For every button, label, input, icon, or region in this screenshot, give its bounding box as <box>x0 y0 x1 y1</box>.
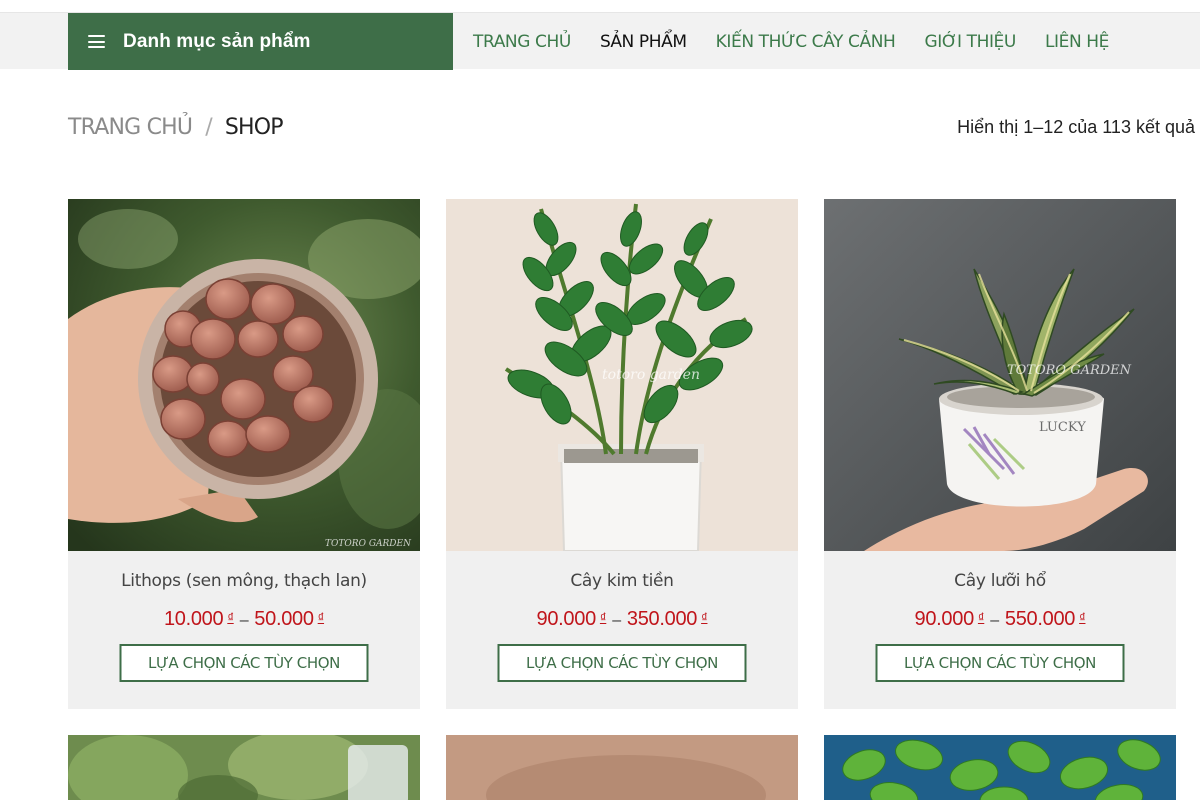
nav-item-plant-knowledge[interactable]: KIẾN THỨC CÂY CẢNH <box>716 32 896 52</box>
breadcrumb-home-link[interactable]: TRANG CHỦ <box>68 115 193 140</box>
plant-photo-icon <box>824 735 1176 800</box>
pot-label: LUCKY <box>1039 420 1086 435</box>
select-options-button[interactable]: LỰA CHỌN CÁC TÙY CHỌN <box>119 644 369 682</box>
price-max: 50.000 <box>254 608 314 630</box>
snake-plant-photo-icon: LUCKY TOTORO GARDEN <box>824 199 1176 551</box>
nav-item-about[interactable]: GIỚI THIỆU <box>924 32 1016 52</box>
plant-photo-icon <box>446 735 798 800</box>
product-card: totoro garden Cây kim tiền 90.000 ₫ –350.0… <box>446 199 798 709</box>
product-watermark: TOTORO GARDEN <box>1007 363 1132 378</box>
price-min: 10.000 <box>163 608 224 630</box>
hamburger-icon <box>88 35 105 48</box>
currency-symbol: ₫ <box>317 610 325 625</box>
lithops-photo-icon: TOTORO GARDEN <box>68 199 420 551</box>
product-image-partial[interactable] <box>446 735 798 800</box>
product-image-snake-plant[interactable]: LUCKY TOTORO GARDEN <box>824 199 1176 551</box>
price-min: 90.000 <box>536 608 597 630</box>
product-info: Cây kim tiền 90.000 ₫ –350.000 ₫ LỰA CHỌN C… <box>446 551 798 709</box>
product-image-partial[interactable] <box>824 735 1176 800</box>
price-separator: – <box>239 612 249 629</box>
currency-symbol: ₫ <box>599 610 607 625</box>
product-info: Lithops (sen mông, thạch lan) 10.000 ₫ –50… <box>68 551 420 709</box>
currency-symbol: ₫ <box>701 610 708 625</box>
product-image-zz-plant[interactable]: totoro garden <box>446 199 798 551</box>
plant-photo-icon <box>68 735 420 800</box>
product-info: Cây lưỡi hổ 90.000 ₫ –550.000 ₫ LỰA CHỌN CÁ… <box>824 551 1176 709</box>
currency-symbol: ₫ <box>227 610 234 625</box>
nav-item-products[interactable]: SẢN PHẨM <box>600 32 687 52</box>
result-count: Hiển thị 1–12 của 113 kết quả <box>957 117 1195 137</box>
nav-item-home[interactable]: TRANG CHỦ <box>473 32 571 52</box>
product-price: 90.000 ₫ –550.000 ₫ <box>824 608 1176 631</box>
currency-symbol: ₫ <box>977 610 985 625</box>
product-price: 90.000 ₫ –350.000 ₫ <box>446 608 798 631</box>
select-options-button[interactable]: LỰA CHỌN CÁC TÙY CHỌN <box>497 644 747 682</box>
top-navigation-bar: Danh mục sản phẩm TRANG CHỦ SẢN PHẨM KIẾ… <box>0 12 1200 70</box>
main-nav: TRANG CHỦ SẢN PHẨM KIẾN THỨC CÂY CẢNH GI… <box>473 13 1138 70</box>
product-name[interactable]: Lithops (sen mông, thạch lan) <box>68 571 420 591</box>
product-image-lithops[interactable]: TOTORO GARDEN <box>68 199 420 551</box>
product-card: LUCKY TOTORO GARDEN Cây lưỡi hổ 90.000 ₫… <box>824 199 1176 709</box>
price-max: 350.000 <box>626 608 698 630</box>
product-image-partial[interactable] <box>68 735 420 800</box>
breadcrumb-separator: / <box>205 115 212 140</box>
product-watermark: totoro garden <box>602 367 700 383</box>
zz-plant-photo-icon: totoro garden <box>446 199 798 551</box>
currency-symbol: ₫ <box>1079 610 1086 625</box>
product-card: TOTORO GARDEN Lithops (sen mông, thạch l… <box>68 199 420 709</box>
price-separator: – <box>990 612 999 629</box>
category-menu-label: Danh mục sản phẩm <box>123 30 311 52</box>
product-watermark: TOTORO GARDEN <box>325 539 412 549</box>
product-price: 10.000 ₫ –50.000 ₫ <box>68 608 420 631</box>
nav-item-contact[interactable]: LIÊN HỆ <box>1045 32 1109 52</box>
category-menu-button[interactable]: Danh mục sản phẩm <box>68 13 453 70</box>
price-min: 90.000 <box>914 608 975 630</box>
select-options-button[interactable]: LỰA CHỌN CÁC TÙY CHỌN <box>875 644 1125 682</box>
product-name[interactable]: Cây kim tiền <box>446 571 798 591</box>
price-max: 550.000 <box>1004 608 1076 630</box>
price-separator: – <box>612 612 621 629</box>
breadcrumb: TRANG CHỦ / SHOP <box>68 115 284 140</box>
breadcrumb-current: SHOP <box>224 115 284 140</box>
product-name[interactable]: Cây lưỡi hổ <box>824 571 1176 591</box>
